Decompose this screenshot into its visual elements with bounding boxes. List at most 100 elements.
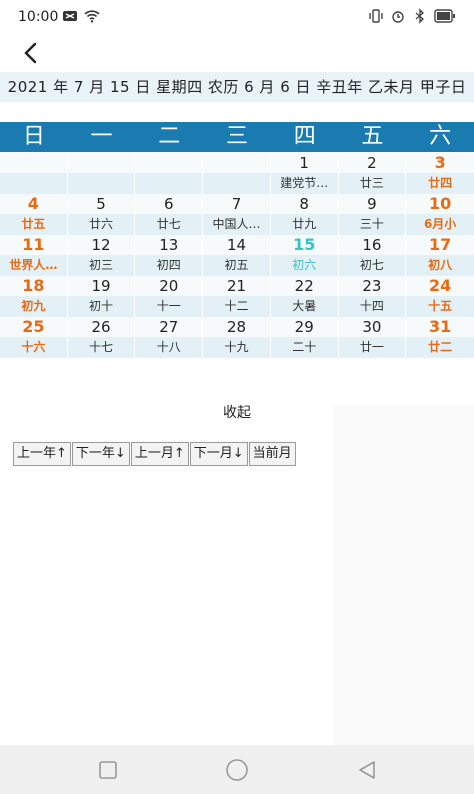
- lunar-date: 建党节…: [280, 176, 329, 190]
- calendar-day-cell[interactable]: 27 十八: [135, 317, 204, 358]
- calendar-day-cell[interactable]: 22 大暑: [270, 276, 339, 317]
- lunar-date: 十九: [224, 340, 249, 354]
- back-button[interactable]: [14, 36, 48, 70]
- day-number: 24: [429, 276, 452, 295]
- calendar-day-cell[interactable]: 2 廿三: [338, 153, 407, 194]
- system-back-button[interactable]: [354, 757, 380, 783]
- current-month-button[interactable]: 当前月: [248, 442, 296, 466]
- day-number: 11: [22, 235, 45, 254]
- day-number: 28: [226, 318, 247, 336]
- lunar-date: 十四: [359, 299, 384, 313]
- calendar-day-cell[interactable]: 31 廿二: [406, 317, 474, 358]
- calendar-day-cell[interactable]: 4 廿五: [0, 194, 68, 235]
- lunar-date: 廿五: [21, 217, 46, 231]
- day-number: 25: [22, 317, 45, 336]
- lunar-date: 初八: [428, 258, 453, 272]
- day-number: 9: [367, 195, 377, 213]
- alarm-icon: [392, 11, 404, 23]
- calendar-day-cell[interactable]: 21 十二: [203, 276, 271, 317]
- lunar-date: 十七: [89, 340, 114, 354]
- day-number: 3: [434, 153, 446, 172]
- calendar-day-cell[interactable]: 3 廿四: [406, 153, 474, 194]
- side-panel: [333, 405, 474, 745]
- vibrate-icon: [369, 9, 383, 23]
- calendar-day-cell[interactable]: 13 初四: [135, 235, 204, 276]
- calendar-day-cell[interactable]: 1 建党节…: [270, 153, 339, 194]
- recent-apps-button[interactable]: [95, 757, 121, 783]
- day-number: 12: [91, 236, 111, 254]
- calendar-week-row: 1 建党节… 2 廿三 3 廿四: [0, 153, 474, 194]
- calendar-day-cell[interactable]: 29 二十: [270, 317, 339, 358]
- weekday-sat: 六: [429, 124, 452, 149]
- calendar-day-cell[interactable]: 23 十四: [338, 276, 407, 317]
- day-number: 6: [164, 195, 174, 213]
- calendar-day-cell[interactable]: 11 世界人…: [0, 235, 68, 276]
- calendar-day-cell[interactable]: 8 廿九: [270, 194, 339, 235]
- calendar-day-cell[interactable]: 12 初三: [67, 235, 136, 276]
- calendar-day-cell[interactable]: 25 十六: [0, 317, 68, 358]
- day-number: 22: [294, 277, 314, 295]
- lunar-date: 初三: [89, 258, 114, 272]
- calendar-day-cell[interactable]: 18 初九: [0, 276, 68, 317]
- home-button[interactable]: [224, 757, 250, 783]
- lunar-date: 十五: [428, 299, 453, 313]
- calendar-day-cell[interactable]: 20 十一: [135, 276, 204, 317]
- calendar-week-row: 18 初九 19 初十 20 十一 21 十二 22 大暑 23 十四 24 十五: [0, 276, 474, 317]
- day-number: 7: [231, 195, 242, 213]
- next-year-button[interactable]: 下一年↓: [71, 442, 130, 466]
- calendar-day-cell[interactable]: 9 三十: [338, 194, 407, 235]
- day-number: 26: [91, 318, 111, 336]
- calendar-week-row: 4 廿五 5 廿六 6 廿七 7 中国人… 8 廿九 9 三十 10 6月小: [0, 194, 474, 235]
- lunar-date: 十八: [156, 340, 181, 354]
- day-number: 31: [429, 317, 452, 336]
- weekday-wed: 三: [225, 124, 248, 149]
- day-number: 23: [362, 277, 382, 295]
- prev-year-button[interactable]: 上一年↑: [13, 442, 71, 466]
- day-number: 5: [96, 195, 106, 213]
- battery-icon: [434, 9, 455, 23]
- calendar-day-cell[interactable]: 17 初八: [406, 235, 474, 276]
- day-number: 1: [299, 154, 309, 172]
- calendar-day-cell[interactable]: 5 廿六: [67, 194, 136, 235]
- calendar-day-cell[interactable]: 14 初五: [203, 235, 271, 276]
- next-month-button[interactable]: 下一月↓: [189, 442, 248, 466]
- selected-date-bar: 2021 年 7 月 15 日 星期四 农历 6 月 6 日 辛丑年 乙未月 甲…: [0, 72, 474, 102]
- calendar-week-row: 11 世界人… 12 初三 13 初四 14 初五 15 初六 16 初七 17 初八: [0, 235, 474, 276]
- day-number: 21: [226, 277, 247, 295]
- weekday-sun: 日: [22, 124, 45, 149]
- day-number: 4: [27, 194, 39, 213]
- calendar-day-cell[interactable]: 28 十九: [203, 317, 271, 358]
- weekday-fri: 五: [361, 124, 384, 149]
- day-number: 20: [159, 277, 179, 295]
- status-time: 10:00: [18, 9, 59, 25]
- calendar-day-cell[interactable]: 24 十五: [406, 276, 474, 317]
- day-number: 16: [362, 236, 382, 254]
- triangle-icon: [359, 761, 375, 779]
- weekday-header: 日 一 二 三 四 五 六: [0, 122, 474, 152]
- weekday-tue: 二: [158, 124, 181, 149]
- wifi-icon: [84, 10, 100, 23]
- month-nav-buttons: 上一年↑ 下一年↓ 上一月↑ 下一月↓ 当前月: [13, 442, 297, 466]
- calendar-day-cell[interactable]: 26 十七: [67, 317, 136, 358]
- calendar-empty-cell: [67, 153, 136, 194]
- prev-month-button[interactable]: 上一月↑: [130, 442, 189, 466]
- lunar-date: 廿六: [89, 217, 114, 231]
- calendar-day-cell[interactable]: 30 廿一: [338, 317, 407, 358]
- day-number: 27: [159, 318, 179, 336]
- lunar-date: 十二: [224, 299, 249, 313]
- calendar-day-cell[interactable]: 7 中国人…: [203, 194, 271, 235]
- calendar-day-cell[interactable]: 19 初十: [67, 276, 136, 317]
- day-number: 14: [226, 236, 247, 254]
- day-number: 10: [429, 194, 452, 213]
- lunar-date: 廿四: [428, 176, 453, 190]
- calendar-day-cell[interactable]: 6 廿七: [135, 194, 204, 235]
- calendar-day-cell[interactable]: 15 初六: [270, 235, 339, 276]
- lunar-date: 中国人…: [212, 217, 261, 231]
- calendar-day-cell[interactable]: 10 6月小: [406, 194, 474, 235]
- calendar-week-row: 25 十六 26 十七 27 十八 28 十九 29 二十 30 廿一 31 廿二: [0, 317, 474, 358]
- back-arrow-icon: [24, 42, 37, 64]
- day-number: 13: [159, 236, 179, 254]
- calendar-grid: 日 一 二 三 四 五 六 1 建党节… 2 廿三 3 廿四 4 廿五 5 廿六 6 廿七 7 中国人… 8…: [0, 122, 474, 358]
- system-nav-bar: [0, 745, 474, 794]
- calendar-day-cell[interactable]: 16 初七: [338, 235, 407, 276]
